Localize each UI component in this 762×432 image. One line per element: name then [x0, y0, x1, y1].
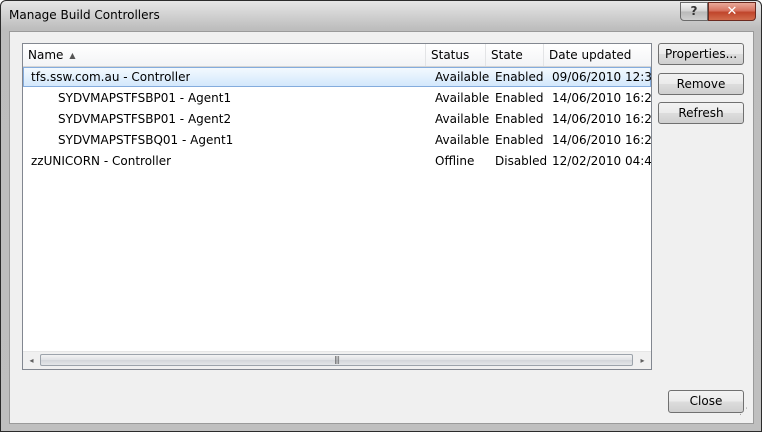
dialog-client-area: Name ▲ Status State Date updated tfs.ssw.…	[9, 31, 754, 424]
title-bar[interactable]: Manage Build Controllers ? ✕	[1, 1, 761, 31]
row-state: Enabled	[495, 91, 544, 105]
row-state: Disabled	[495, 154, 548, 168]
row-status: Available	[435, 112, 490, 126]
column-header-date-updated[interactable]: Date updated	[544, 44, 651, 66]
row-status: Offline	[435, 154, 475, 168]
row-name: zzUNICORN - Controller	[31, 154, 172, 168]
row-state: Enabled	[495, 112, 544, 126]
list-row[interactable]: SYDVMAPSTFSBP01 - Agent1 Available Enabl…	[23, 88, 651, 108]
column-header-name[interactable]: Name ▲	[23, 44, 426, 66]
remove-button[interactable]: Remove	[658, 73, 744, 95]
row-date: 12/02/2010 04:43	[552, 154, 651, 168]
column-header-status[interactable]: Status	[426, 44, 486, 66]
row-name: SYDVMAPSTFSBP01 - Agent2	[58, 112, 232, 126]
dialog-window: Manage Build Controllers ? ✕ Name ▲ Statu…	[0, 0, 762, 432]
close-button[interactable]: Close	[668, 390, 744, 413]
row-name: SYDVMAPSTFSBP01 - Agent1	[58, 91, 232, 105]
row-state: Enabled	[495, 70, 544, 84]
help-button[interactable]: ?	[680, 2, 708, 21]
refresh-button[interactable]: Refresh	[658, 102, 744, 124]
row-name: tfs.ssw.com.au - Controller	[31, 70, 191, 84]
list-row[interactable]: SYDVMAPSTFSBQ01 - Agent1 Available Enabl…	[23, 130, 651, 150]
list-row[interactable]: SYDVMAPSTFSBP01 - Agent2 Available Enabl…	[23, 109, 651, 129]
scroll-left-icon[interactable]: ◂	[23, 352, 40, 369]
row-status: Available	[435, 133, 490, 147]
list-row-selected[interactable]: tfs.ssw.com.au - Controller Available En…	[23, 67, 651, 87]
close-window-button[interactable]: ✕	[708, 2, 756, 21]
build-controllers-list[interactable]: Name ▲ Status State Date updated tfs.ssw.…	[22, 43, 652, 370]
sort-ascending-icon: ▲	[69, 51, 76, 60]
row-date: 14/06/2010 16:24	[552, 91, 651, 105]
window-title: Manage Build Controllers	[9, 8, 160, 22]
row-state: Enabled	[495, 133, 544, 147]
scroll-right-icon[interactable]: ▸	[634, 352, 651, 369]
properties-button[interactable]: Properties...	[658, 43, 744, 65]
list-row[interactable]: zzUNICORN - Controller Offline Disabled …	[23, 151, 651, 171]
resize-grip-icon[interactable]: ⋰	[739, 408, 751, 421]
column-header-state[interactable]: State	[486, 44, 544, 66]
row-date: 09/06/2010 12:30	[552, 70, 651, 84]
row-status: Available	[435, 70, 490, 84]
row-status: Available	[435, 91, 490, 105]
column-header-date-label: Date updated	[549, 48, 632, 62]
horizontal-scrollbar[interactable]: ◂ ||| ▸	[23, 351, 651, 369]
row-date: 14/06/2010 16:24	[552, 112, 651, 126]
scroll-grip-icon: |||	[333, 355, 340, 364]
column-header-name-label: Name	[28, 48, 64, 62]
row-name: SYDVMAPSTFSBQ01 - Agent1	[58, 133, 234, 147]
list-header: Name ▲ Status State Date updated	[23, 44, 651, 67]
column-header-state-label: State	[491, 48, 523, 62]
scrollbar-thumb[interactable]: |||	[40, 354, 633, 366]
row-date: 14/06/2010 16:24	[552, 133, 651, 147]
column-header-status-label: Status	[431, 48, 470, 62]
